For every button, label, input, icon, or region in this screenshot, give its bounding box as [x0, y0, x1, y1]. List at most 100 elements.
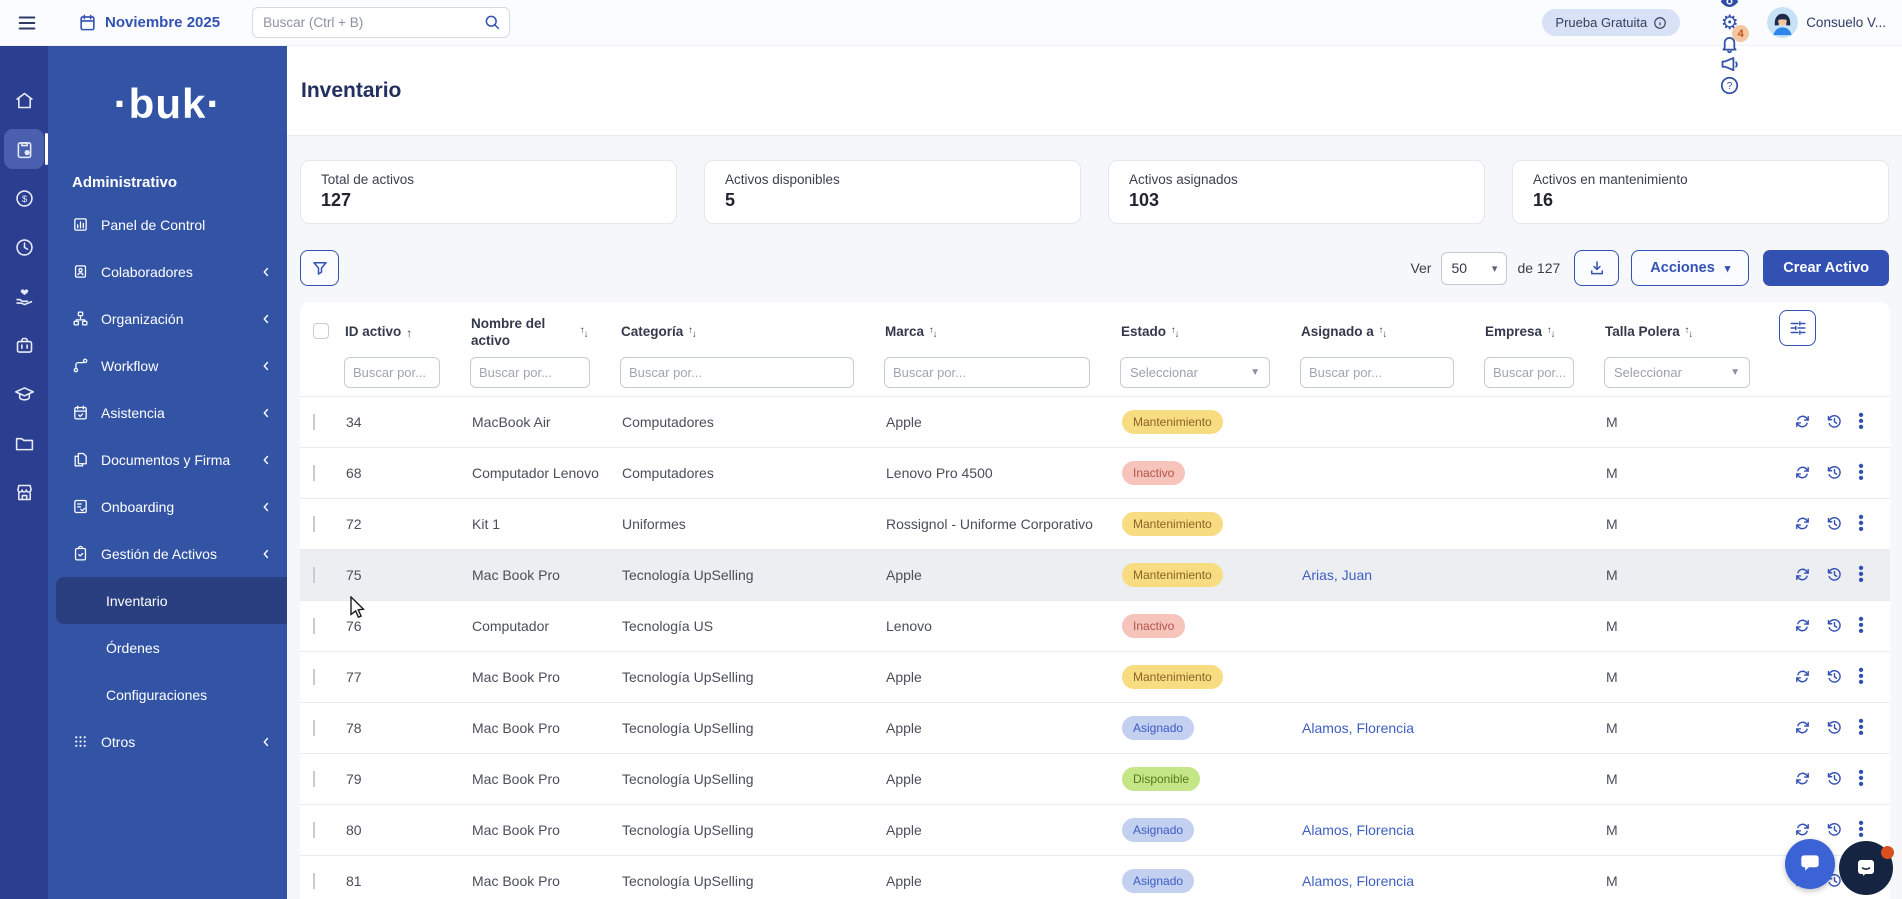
row-checkbox[interactable]	[313, 567, 315, 583]
search-input[interactable]	[252, 7, 510, 38]
row-checkbox[interactable]	[313, 873, 315, 889]
filter-input-categoria[interactable]	[620, 357, 854, 388]
kebab-menu-icon[interactable]: •••	[1858, 413, 1864, 430]
kebab-menu-icon[interactable]: •••	[1858, 464, 1864, 481]
sidebar-item-otros[interactable]: Otros	[48, 718, 287, 765]
sort-icon[interactable]: ↑↓	[688, 327, 697, 338]
sidebar-item-colaboradores[interactable]: Colaboradores	[48, 248, 287, 295]
row-checkbox[interactable]	[313, 669, 315, 685]
sync-icon[interactable]	[1794, 770, 1811, 787]
search-icon[interactable]	[483, 13, 501, 31]
kebab-menu-icon[interactable]: •••	[1858, 821, 1864, 838]
sort-icon[interactable]: ↑↓	[1171, 327, 1180, 338]
assigned-link[interactable]: Alamos, Florencia	[1302, 720, 1414, 736]
rail-item-folder[interactable]	[4, 423, 44, 463]
column-header-nombre-del-activo[interactable]: Nombre del activo↑↓	[466, 316, 616, 350]
sort-asc-icon[interactable]: ↑	[406, 326, 412, 340]
history-icon[interactable]	[1826, 821, 1843, 838]
table-row-81[interactable]: 81Mac Book ProTecnología UpSellingAppleA…	[300, 855, 1890, 899]
sidebar-subitem-inventario[interactable]: Inventario	[56, 577, 287, 624]
table-row-79[interactable]: 79Mac Book ProTecnología UpSellingAppleD…	[300, 753, 1890, 804]
rail-item-graduation[interactable]	[4, 374, 44, 414]
history-icon[interactable]	[1826, 413, 1843, 430]
page-size-select[interactable]: 50 ▾	[1441, 252, 1507, 285]
filter-button[interactable]	[300, 250, 339, 286]
filter-select-talla-polera[interactable]: Seleccionar▼	[1604, 357, 1750, 388]
sync-icon[interactable]	[1794, 566, 1811, 583]
history-icon[interactable]	[1826, 719, 1843, 736]
bell-icon[interactable]: 4	[1719, 33, 1740, 54]
filter-input-nombre-del-activo[interactable]	[470, 357, 590, 388]
sidebar-item-gestion-de-activos[interactable]: Gestión de Activos	[48, 530, 287, 577]
column-header-marca[interactable]: Marca↑↓	[880, 324, 1116, 341]
row-checkbox[interactable]	[313, 414, 315, 430]
sidebar-item-workflow[interactable]: Workflow	[48, 342, 287, 389]
sync-icon[interactable]	[1794, 617, 1811, 634]
download-button[interactable]	[1574, 250, 1619, 286]
user-name[interactable]: Consuelo V...	[1806, 15, 1886, 30]
sidebar-subitem-ordenes[interactable]: Órdenes	[48, 624, 287, 671]
column-header-talla-polera[interactable]: Talla Polera↑↓	[1600, 324, 1776, 341]
history-icon[interactable]	[1826, 515, 1843, 532]
create-asset-button[interactable]: Crear Activo	[1763, 250, 1889, 286]
table-row-34[interactable]: 34MacBook AirComputadoresAppleMantenimie…	[300, 396, 1890, 447]
column-header-empresa[interactable]: Empresa↑↓	[1480, 324, 1600, 341]
rail-item-clock[interactable]	[4, 227, 44, 267]
sidebar-item-organizacion[interactable]: Organización	[48, 295, 287, 342]
filter-input-empresa[interactable]	[1484, 357, 1574, 388]
filter-input-marca[interactable]	[884, 357, 1090, 388]
row-checkbox[interactable]	[313, 618, 315, 634]
row-checkbox[interactable]	[313, 720, 315, 736]
column-header-categoria[interactable]: Categoría↑↓	[616, 324, 880, 341]
table-row-77[interactable]: 77Mac Book ProTecnología UpSellingAppleM…	[300, 651, 1890, 702]
column-settings-button[interactable]	[1779, 310, 1816, 346]
avatar[interactable]	[1767, 7, 1798, 38]
sort-icon[interactable]: ↑↓	[580, 327, 589, 338]
sync-icon[interactable]	[1794, 719, 1811, 736]
actions-button[interactable]: Acciones ▾	[1631, 250, 1749, 286]
sidebar-item-onboarding[interactable]: Onboarding	[48, 483, 287, 530]
filter-input-asignado-a[interactable]	[1300, 357, 1454, 388]
sort-icon[interactable]: ↑↓	[929, 327, 938, 338]
megaphone-icon[interactable]	[1719, 54, 1740, 75]
kebab-menu-icon[interactable]: •••	[1858, 566, 1864, 583]
history-icon[interactable]	[1826, 668, 1843, 685]
rail-item-asset-clipboard[interactable]	[4, 129, 44, 169]
hamburger-menu-icon[interactable]	[16, 12, 38, 34]
sync-icon[interactable]	[1794, 515, 1811, 532]
period-selector[interactable]: Noviembre 2025	[78, 13, 220, 32]
sidebar-item-panel-de-control[interactable]: Panel de Control	[48, 201, 287, 248]
sidebar-item-documentos-y-firma[interactable]: Documentos y Firma	[48, 436, 287, 483]
kebab-menu-icon[interactable]: •••	[1858, 515, 1864, 532]
eye-icon[interactable]	[1719, 0, 1740, 12]
filter-input-id-activo[interactable]	[344, 357, 440, 388]
kebab-menu-icon[interactable]: •••	[1858, 770, 1864, 787]
sync-icon[interactable]	[1794, 668, 1811, 685]
trial-badge[interactable]: Prueba Gratuita	[1542, 9, 1680, 36]
row-checkbox[interactable]	[313, 771, 315, 787]
kebab-menu-icon[interactable]: •••	[1858, 668, 1864, 685]
assigned-link[interactable]: Alamos, Florencia	[1302, 873, 1414, 889]
column-header-id-activo[interactable]: ID activo↑	[340, 324, 466, 341]
table-row-75[interactable]: 75Mac Book ProTecnología UpSellingAppleM…	[300, 549, 1890, 600]
table-row-78[interactable]: 78Mac Book ProTecnología UpSellingAppleA…	[300, 702, 1890, 753]
chat-widget-button[interactable]	[1785, 839, 1835, 889]
table-row-76[interactable]: 76ComputadorTecnología USLenovoInactivoM…	[300, 600, 1890, 651]
select-all-checkbox[interactable]	[313, 323, 329, 339]
rail-item-hand-heart[interactable]	[4, 276, 44, 316]
table-row-72[interactable]: 72Kit 1UniformesRossignol - Uniforme Cor…	[300, 498, 1890, 549]
sort-icon[interactable]: ↑↓	[1379, 327, 1388, 338]
row-checkbox[interactable]	[313, 465, 315, 481]
rail-item-home[interactable]	[4, 80, 44, 120]
history-icon[interactable]	[1826, 617, 1843, 634]
rail-item-briefcase[interactable]	[4, 325, 44, 365]
sync-icon[interactable]	[1794, 413, 1811, 430]
history-icon[interactable]	[1826, 566, 1843, 583]
sync-icon[interactable]	[1794, 821, 1811, 838]
sort-icon[interactable]: ↑↓	[1685, 327, 1694, 338]
sync-icon[interactable]	[1794, 464, 1811, 481]
help-icon[interactable]: ?	[1719, 75, 1740, 96]
rail-item-money[interactable]: $	[4, 178, 44, 218]
filter-select-estado[interactable]: Seleccionar▼	[1120, 357, 1270, 388]
table-row-80[interactable]: 80Mac Book ProTecnología UpSellingAppleA…	[300, 804, 1890, 855]
